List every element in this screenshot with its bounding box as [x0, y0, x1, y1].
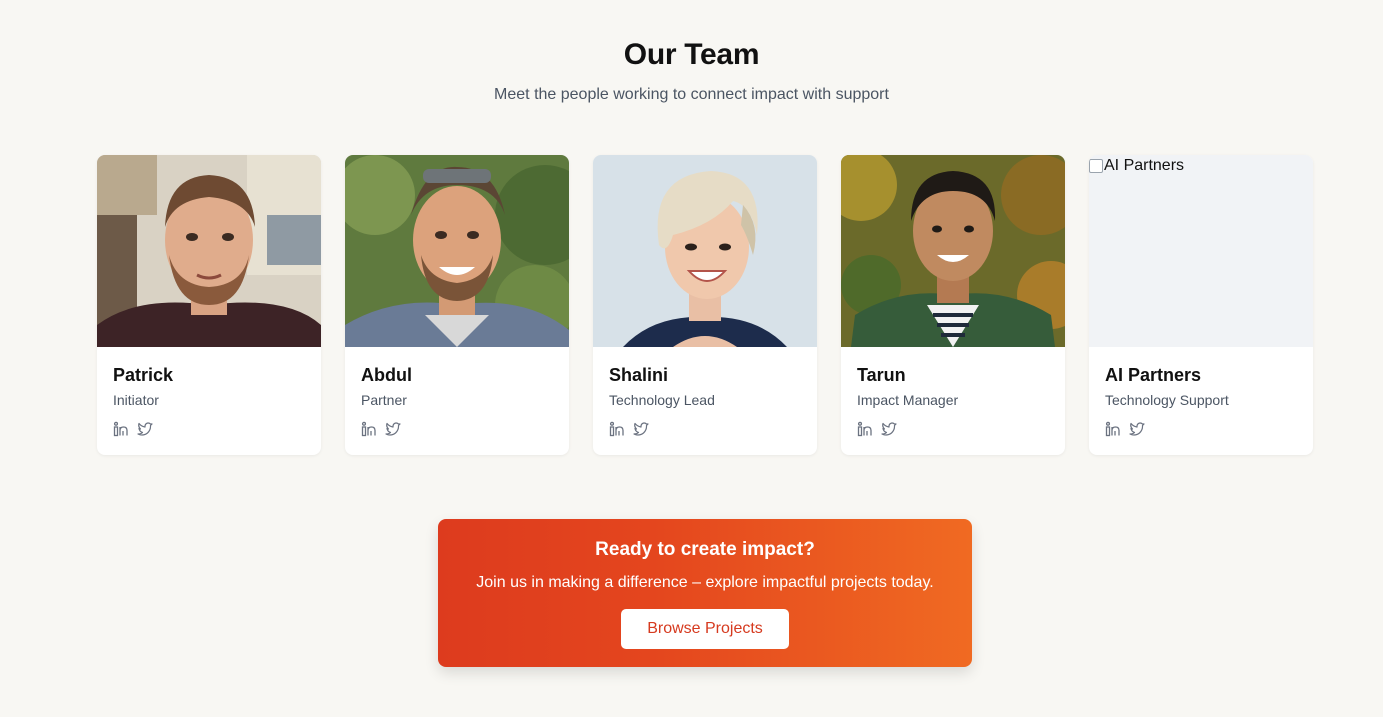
twitter-icon[interactable] [137, 421, 153, 437]
broken-image-alt-text: AI Partners [1104, 157, 1185, 174]
page-title: Our Team [623, 38, 760, 71]
broken-image-icon [1089, 159, 1103, 173]
team-grid: Patrick Initiator Abdul Partner Shalini … [97, 155, 1313, 455]
member-photo [841, 155, 1065, 347]
cta-text: Join us in making a difference – explore… [476, 574, 934, 591]
linkedin-icon[interactable] [361, 421, 377, 437]
social-links [609, 421, 801, 437]
member-role: Technology Lead [609, 392, 715, 408]
linkedin-icon[interactable] [857, 421, 873, 437]
broken-image-alt: AI Partners [1089, 157, 1184, 175]
member-name: Shalini [609, 365, 669, 385]
twitter-icon[interactable] [881, 421, 897, 437]
social-links [113, 421, 305, 437]
member-name: AI Partners [1105, 365, 1202, 385]
member-photo-broken: AI Partners [1089, 155, 1313, 347]
member-role: Initiator [113, 392, 159, 408]
member-role: Technology Support [1105, 392, 1229, 408]
twitter-icon[interactable] [633, 421, 649, 437]
member-photo [97, 155, 321, 347]
member-photo [345, 155, 569, 347]
member-name: Abdul [361, 365, 412, 385]
linkedin-icon[interactable] [1105, 421, 1121, 437]
member-photo [593, 155, 817, 347]
cta-title: Ready to create impact? [595, 539, 815, 560]
member-role: Impact Manager [857, 392, 959, 408]
social-links [857, 421, 1049, 437]
twitter-icon[interactable] [385, 421, 401, 437]
page-subtitle: Meet the people working to connect impac… [494, 86, 889, 103]
browse-projects-button[interactable]: Browse Projects [621, 609, 789, 649]
member-name: Patrick [113, 365, 174, 385]
team-card-ai-partners: AI Partners AI Partners Technology Suppo… [1089, 155, 1313, 455]
team-card-shalini: Shalini Technology Lead [593, 155, 817, 455]
twitter-icon[interactable] [1129, 421, 1145, 437]
linkedin-icon[interactable] [609, 421, 625, 437]
cta-banner: Ready to create impact? Join us in makin… [438, 519, 972, 667]
team-card-patrick: Patrick Initiator [97, 155, 321, 455]
social-links [1105, 421, 1297, 437]
team-card-tarun: Tarun Impact Manager [841, 155, 1065, 455]
member-role: Partner [361, 392, 407, 408]
member-name: Tarun [857, 365, 906, 385]
linkedin-icon[interactable] [113, 421, 129, 437]
social-links [361, 421, 553, 437]
team-card-abdul: Abdul Partner [345, 155, 569, 455]
